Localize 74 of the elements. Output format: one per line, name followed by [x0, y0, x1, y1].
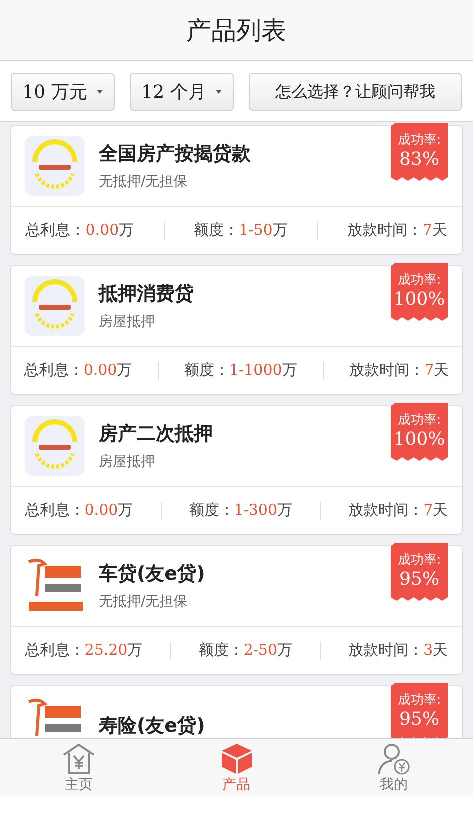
- stat-label: 额度：: [189, 501, 234, 520]
- stat-value: 0.00: [84, 361, 118, 379]
- stat-unit: 天: [434, 361, 450, 380]
- stat-value: 1-50: [239, 221, 273, 239]
- stat-unit: 万: [128, 641, 143, 660]
- stat-value: 7: [424, 361, 434, 379]
- stat-label: 总利息：: [26, 221, 86, 240]
- stat-value: 1-300: [234, 501, 278, 519]
- badge-value: 100%: [394, 429, 446, 450]
- stat-value: 2-50: [244, 641, 278, 659]
- stat-value: 3: [424, 641, 434, 659]
- stat-unit: 万: [278, 501, 293, 520]
- caret-icon: [97, 90, 104, 94]
- logo-icon: [25, 416, 85, 476]
- badge-label: 成功率:: [398, 272, 442, 289]
- product-subtitle: 房屋抵押: [99, 313, 156, 331]
- stat-value: 0.00: [84, 501, 118, 519]
- tab-item[interactable]: 我的: [315, 739, 473, 797]
- badge-label: 成功率:: [398, 692, 442, 709]
- stat-label: 额度：: [194, 221, 240, 240]
- badge-value: 95%: [399, 569, 440, 590]
- dropdown-button[interactable]: 12 个月: [130, 73, 234, 111]
- product-name: 抵押消费贷: [99, 282, 194, 307]
- logo-icon: [25, 276, 85, 336]
- badge-label: 成功率:: [398, 552, 442, 569]
- product-card[interactable]: 房产二次抵押 房屋抵押 成功率: 100% 总利息：0.00万 额度：1-300万 放款时间：7天: [10, 405, 463, 535]
- stat-value: 1-1000: [230, 361, 282, 379]
- product-subtitle: 房屋抵押: [99, 453, 156, 471]
- badge-value: 100%: [394, 289, 446, 310]
- stat-value: 0.00: [86, 221, 120, 239]
- stat-value: 25.20: [84, 641, 128, 659]
- stat-label: 总利息：: [24, 641, 85, 660]
- page-title: 产品列表: [186, 14, 286, 46]
- product-card[interactable]: 全国房产按揭贷款 无抵押/无担保 成功率: 83% 总利息：0.00万 额度：1-50万 放款时间：7天: [10, 125, 463, 255]
- logo-icon: [25, 136, 85, 196]
- product-name: 全国房产按揭贷款: [99, 142, 251, 167]
- stat-label: 总利息：: [24, 361, 84, 380]
- caret-icon: [216, 90, 222, 94]
- product-name: 寿险(友e贷): [99, 714, 206, 738]
- product-card[interactable]: 抵押消费贷 房屋抵押 成功率: 100% 总利息：0.00万 额度：1-1000万 放款时间：7天: [10, 265, 463, 395]
- tab-item[interactable]: 主页: [0, 739, 158, 797]
- stat-label: 放款时间：: [348, 641, 424, 660]
- stat-label: 总利息：: [24, 501, 85, 520]
- stat-unit: 万: [278, 641, 293, 660]
- stat-label: 额度：: [198, 641, 244, 660]
- stat-label: 额度：: [184, 361, 230, 380]
- product-subtitle: 无抵押/无担保: [99, 593, 189, 611]
- house-icon: [62, 742, 96, 774]
- stat-label: 放款时间：: [350, 361, 425, 380]
- badge-value: 83%: [399, 149, 440, 170]
- stat-unit: 万: [118, 501, 134, 520]
- badge-value: 95%: [399, 709, 440, 730]
- stat-unit: 天: [433, 501, 448, 520]
- product-name: 车贷(友e贷): [99, 562, 206, 587]
- product-subtitle: 无抵押/无担保: [99, 173, 189, 191]
- user-money-icon: [377, 742, 412, 774]
- stat-unit: 万: [117, 361, 132, 380]
- stat-unit: 万: [119, 221, 134, 240]
- badge-label: 成功率:: [398, 412, 442, 429]
- stat-label: 放款时间：: [348, 501, 424, 520]
- dropdown-button[interactable]: 10 万元: [11, 73, 115, 111]
- box-icon: [220, 742, 254, 774]
- stat-unit: 天: [432, 221, 448, 240]
- stat-unit: 万: [272, 221, 288, 240]
- badge-label: 成功率:: [398, 132, 442, 149]
- stat-value: 7: [422, 221, 432, 239]
- product-name: 房产二次抵押: [99, 422, 213, 447]
- stat-unit: 天: [433, 641, 448, 660]
- product-card[interactable]: 车贷(友e贷) 无抵押/无担保 成功率: 95% 总利息：25.20万 额度：2-50万 放款时间：3天: [10, 545, 463, 675]
- stat-value: 7: [424, 501, 434, 519]
- stat-label: 放款时间：: [348, 221, 423, 240]
- stat-unit: 万: [282, 361, 298, 380]
- product-card[interactable]: 寿险(友e贷) 成功率: 95%: [10, 685, 463, 738]
- advisor-button[interactable]: 怎么选择？让顾问帮我: [249, 73, 462, 111]
